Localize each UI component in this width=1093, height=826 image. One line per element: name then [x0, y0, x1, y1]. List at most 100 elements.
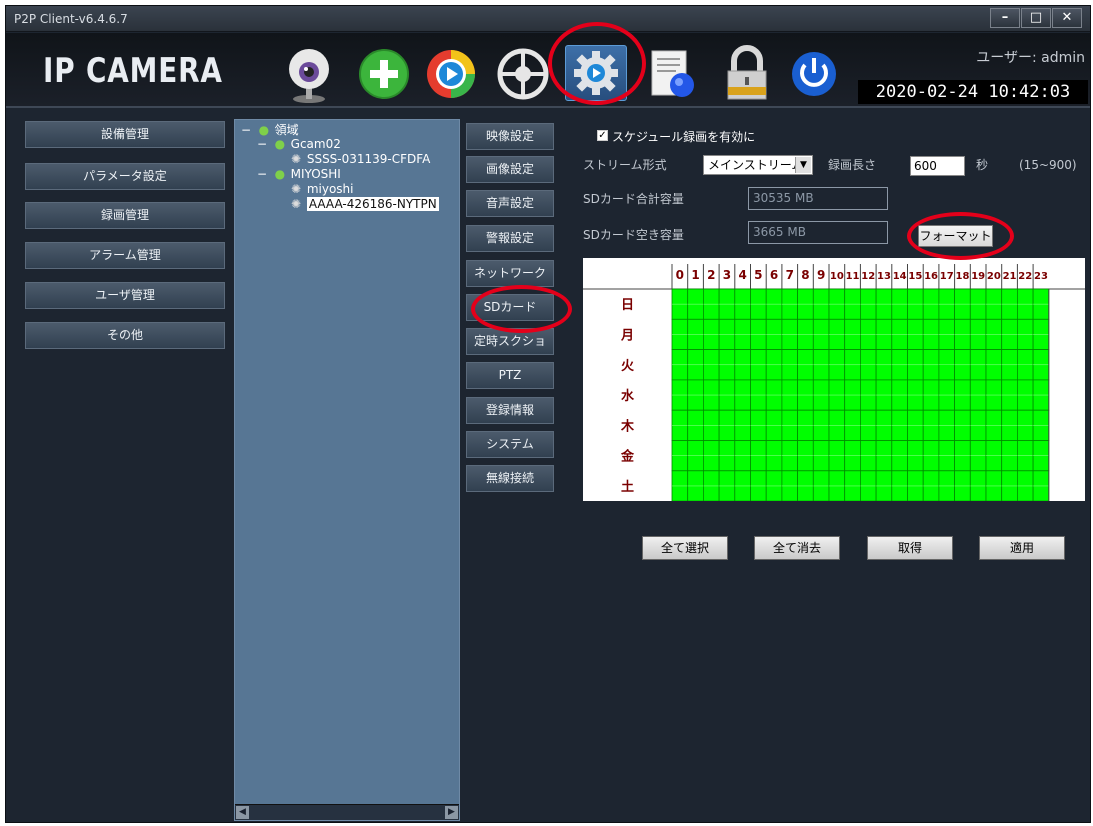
close-button[interactable]: ✕: [1052, 8, 1082, 28]
camera-icon: ✺: [290, 182, 302, 196]
tree-root[interactable]: − ● 領域: [239, 121, 299, 138]
hour-label: 16: [924, 271, 938, 282]
tree-device[interactable]: ✺ SSSS-031139-CFDFA: [289, 152, 430, 166]
hour-label: 21: [1003, 271, 1017, 282]
day-label: 火: [621, 359, 635, 374]
hour-label: 2: [707, 268, 715, 282]
user-label: ユーザー: admin: [976, 50, 1085, 66]
log-document-icon[interactable]: [640, 43, 706, 105]
sub-image-settings[interactable]: 画像設定: [466, 156, 554, 183]
tree-group-miyoshi[interactable]: − ● MIYOSHI: [255, 167, 341, 181]
add-icon[interactable]: [351, 43, 417, 105]
select-all-button[interactable]: 全て選択: [642, 536, 728, 560]
hour-label: 11: [846, 271, 860, 282]
title-bar: P2P Client-v6.4.6.7 – □ ✕: [6, 6, 1090, 32]
hour-label: 19: [971, 271, 985, 282]
nav-parameter-settings[interactable]: パラメータ設定: [25, 163, 225, 190]
power-icon[interactable]: [781, 43, 847, 105]
fetch-button[interactable]: 取得: [867, 536, 953, 560]
sub-video-settings[interactable]: 映像設定: [466, 123, 554, 150]
nav-device-management[interactable]: 設備管理: [25, 121, 225, 148]
app-title: P2P Client-v6.4.6.7: [14, 12, 128, 26]
schedule-record-label: スケジュール録画を有効に: [612, 130, 756, 144]
nav-user-management[interactable]: ユーザ管理: [25, 282, 225, 309]
tree-horizontal-scrollbar[interactable]: ◀ ▶: [235, 804, 459, 820]
day-label: 金: [620, 449, 635, 465]
app-window: P2P Client-v6.4.6.7 – □ ✕ IP CAMERA ユーザー…: [5, 5, 1091, 823]
globe-icon: ●: [258, 123, 270, 137]
hour-label: 0: [676, 268, 684, 282]
stream-select[interactable]: メインストリーム ▼: [703, 155, 813, 175]
schedule-grid[interactable]: 0 1 2 3 4 5 6 7 8 9 10 11 12 13 14 15 16 17 18 19 20 21 22 23 日月…: [583, 258, 1085, 502]
collapse-icon[interactable]: −: [255, 137, 269, 151]
hour-label: 12: [861, 271, 875, 282]
ptz-wheel-icon[interactable]: [490, 43, 556, 105]
sub-sd-card[interactable]: SDカード: [466, 294, 554, 321]
globe-icon: ●: [274, 137, 286, 151]
hour-label: 1: [691, 268, 699, 282]
chevron-down-icon: ▼: [795, 157, 811, 173]
stream-label: ストリーム形式: [583, 158, 667, 172]
minimize-button[interactable]: –: [990, 8, 1020, 28]
header: IP CAMERA ユーザー: admin 2020-02-24 10:42:0…: [6, 33, 1090, 108]
scroll-left-arrow-icon[interactable]: ◀: [236, 806, 249, 819]
record-length-unit: 秒: [976, 158, 989, 172]
hour-label: 10: [830, 271, 844, 282]
webcam-icon[interactable]: [276, 43, 342, 105]
sd-total-label: SDカード合計容量: [583, 192, 684, 206]
hour-label: 14: [893, 271, 907, 282]
nav-alarm-management[interactable]: アラーム管理: [25, 242, 225, 269]
schedule-record-checkbox[interactable]: ✓: [597, 130, 608, 141]
hour-label: 23: [1034, 271, 1048, 282]
format-button[interactable]: フォーマット: [918, 225, 993, 247]
sub-registration-info[interactable]: 登録情報: [466, 397, 554, 424]
sub-network[interactable]: ネットワーク: [466, 260, 554, 287]
globe-icon: ●: [274, 167, 286, 181]
collapse-icon[interactable]: −: [255, 167, 269, 181]
lock-icon[interactable]: [714, 43, 780, 105]
sub-ptz[interactable]: PTZ: [466, 362, 554, 389]
tree-device[interactable]: ✺ miyoshi: [289, 182, 354, 196]
hour-label: 9: [817, 268, 825, 282]
record-length-input[interactable]: 600: [910, 156, 965, 176]
hour-label: 13: [877, 271, 891, 282]
hour-label: 17: [940, 271, 954, 282]
hour-label: 8: [801, 268, 809, 282]
sd-free-label: SDカード空き容量: [583, 228, 684, 242]
sub-system[interactable]: システム: [466, 431, 554, 458]
nav-other[interactable]: その他: [25, 322, 225, 349]
hour-label: 22: [1018, 271, 1032, 282]
day-label: 木: [620, 418, 635, 434]
hour-label: 18: [955, 271, 969, 282]
settings-gear-icon[interactable]: [562, 43, 628, 105]
hour-label: 5: [754, 268, 762, 282]
tree-device-selected[interactable]: ✺ AAAA-426186-NYTPN: [289, 197, 439, 211]
day-label: 土: [621, 479, 634, 495]
sub-wireless[interactable]: 無線接続: [466, 465, 554, 492]
day-label: 日: [621, 298, 634, 313]
device-tree: − ● 領域 − ● Gcam02 ✺ SSSS-031139-CFDFA − …: [234, 119, 460, 821]
hour-label: 20: [987, 271, 1001, 282]
hour-label: 7: [786, 268, 794, 282]
hour-label: 15: [908, 271, 922, 282]
datetime-display: 2020-02-24 10:42:03: [858, 80, 1088, 104]
sub-audio-settings[interactable]: 音声設定: [466, 190, 554, 217]
sd-total-field: 30535 MB: [748, 187, 888, 210]
hour-label: 4: [738, 268, 746, 282]
scroll-right-arrow-icon[interactable]: ▶: [445, 806, 458, 819]
sub-scheduled-snapshot[interactable]: 定時スクショ: [466, 328, 554, 355]
collapse-icon[interactable]: −: [239, 123, 253, 137]
tree-group-gcam02[interactable]: − ● Gcam02: [255, 137, 341, 151]
hour-label: 3: [723, 268, 731, 282]
sd-free-field: 3665 MB: [748, 221, 888, 244]
camera-icon: ✺: [290, 152, 302, 166]
day-label: 水: [621, 388, 635, 404]
sub-alarm-settings[interactable]: 警報設定: [466, 225, 554, 252]
apply-button[interactable]: 適用: [979, 536, 1065, 560]
record-length-range: (15~900): [1019, 158, 1077, 172]
playback-icon[interactable]: [418, 43, 484, 105]
maximize-button[interactable]: □: [1021, 8, 1051, 28]
clear-all-button[interactable]: 全て消去: [754, 536, 840, 560]
nav-recording-management[interactable]: 録画管理: [25, 202, 225, 229]
app-logo: IP CAMERA: [43, 51, 223, 91]
